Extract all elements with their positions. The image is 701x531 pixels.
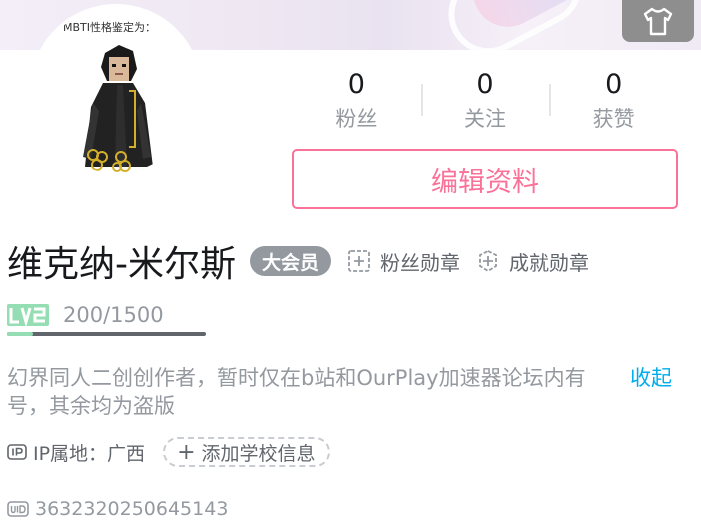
stat-divider bbox=[549, 84, 552, 116]
avatar[interactable]: MBTI性格鉴定为： bbox=[30, 4, 202, 176]
likes-label: 获赞 bbox=[592, 107, 635, 131]
ip-location-text: IP属地：广西 bbox=[33, 442, 146, 465]
level-exp-text: 200/1500 bbox=[63, 303, 164, 327]
fans-count: 0 bbox=[347, 69, 365, 100]
achievement-add-icon bbox=[479, 249, 497, 273]
tshirt-icon bbox=[643, 7, 673, 36]
level-row[interactable]: 200/1500 bbox=[7, 303, 164, 327]
fan-medal-label: 粉丝勋章 bbox=[380, 250, 461, 275]
vip-badge[interactable]: 大会员 bbox=[250, 246, 332, 276]
stat-likes[interactable]: 0 获赞 bbox=[549, 70, 678, 134]
uid-text: 3632320250645143 bbox=[35, 498, 229, 520]
level-progress-bar bbox=[7, 332, 206, 336]
level-progress-fill bbox=[7, 332, 34, 336]
bio-text: 幻界同人二创创作者，暂时仅在b站和OurPlay加速器论坛内有号，其余均为盗版 bbox=[7, 366, 586, 418]
dress-up-button[interactable] bbox=[622, 0, 694, 42]
avatar-character-image bbox=[83, 45, 153, 172]
add-school-label: 添加学校信息 bbox=[201, 442, 316, 465]
fans-label: 粉丝 bbox=[335, 107, 378, 131]
add-school-button[interactable]: + 添加学校信息 bbox=[163, 437, 330, 467]
stats-bar: 0 粉丝 0 关注 0 获赞 bbox=[292, 70, 678, 134]
ip-icon bbox=[7, 444, 27, 460]
collapse-bio-button[interactable]: 收起 bbox=[630, 364, 672, 392]
stat-fans[interactable]: 0 粉丝 bbox=[292, 70, 421, 134]
likes-count: 0 bbox=[605, 69, 623, 100]
uid-row[interactable]: 3632320250645143 bbox=[7, 494, 228, 524]
following-count: 0 bbox=[476, 69, 494, 100]
username: 维克纳-米尔斯 bbox=[7, 244, 236, 285]
achievement-medal-button[interactable]: 成就勋章 bbox=[476, 247, 589, 276]
stat-following[interactable]: 0 关注 bbox=[420, 69, 550, 134]
ip-row: IP属地：广西 + 添加学校信息 bbox=[7, 437, 330, 467]
banner-decoration-ring bbox=[434, 0, 596, 50]
level-badge-icon bbox=[7, 304, 49, 326]
following-label: 关注 bbox=[464, 107, 506, 131]
edit-profile-button[interactable]: 编辑资料 bbox=[292, 149, 678, 209]
stat-divider bbox=[420, 84, 423, 116]
medal-add-icon bbox=[348, 250, 370, 272]
plus-icon: + bbox=[177, 439, 196, 465]
fan-medal-button[interactable]: 粉丝勋章 bbox=[347, 247, 460, 276]
achievement-medal-label: 成就勋章 bbox=[509, 250, 590, 275]
edit-profile-label: 编辑资料 bbox=[431, 166, 539, 198]
uid-icon bbox=[7, 501, 29, 517]
name-row: 维克纳-米尔斯 大会员 粉丝勋章 成就勋章 bbox=[7, 236, 589, 286]
